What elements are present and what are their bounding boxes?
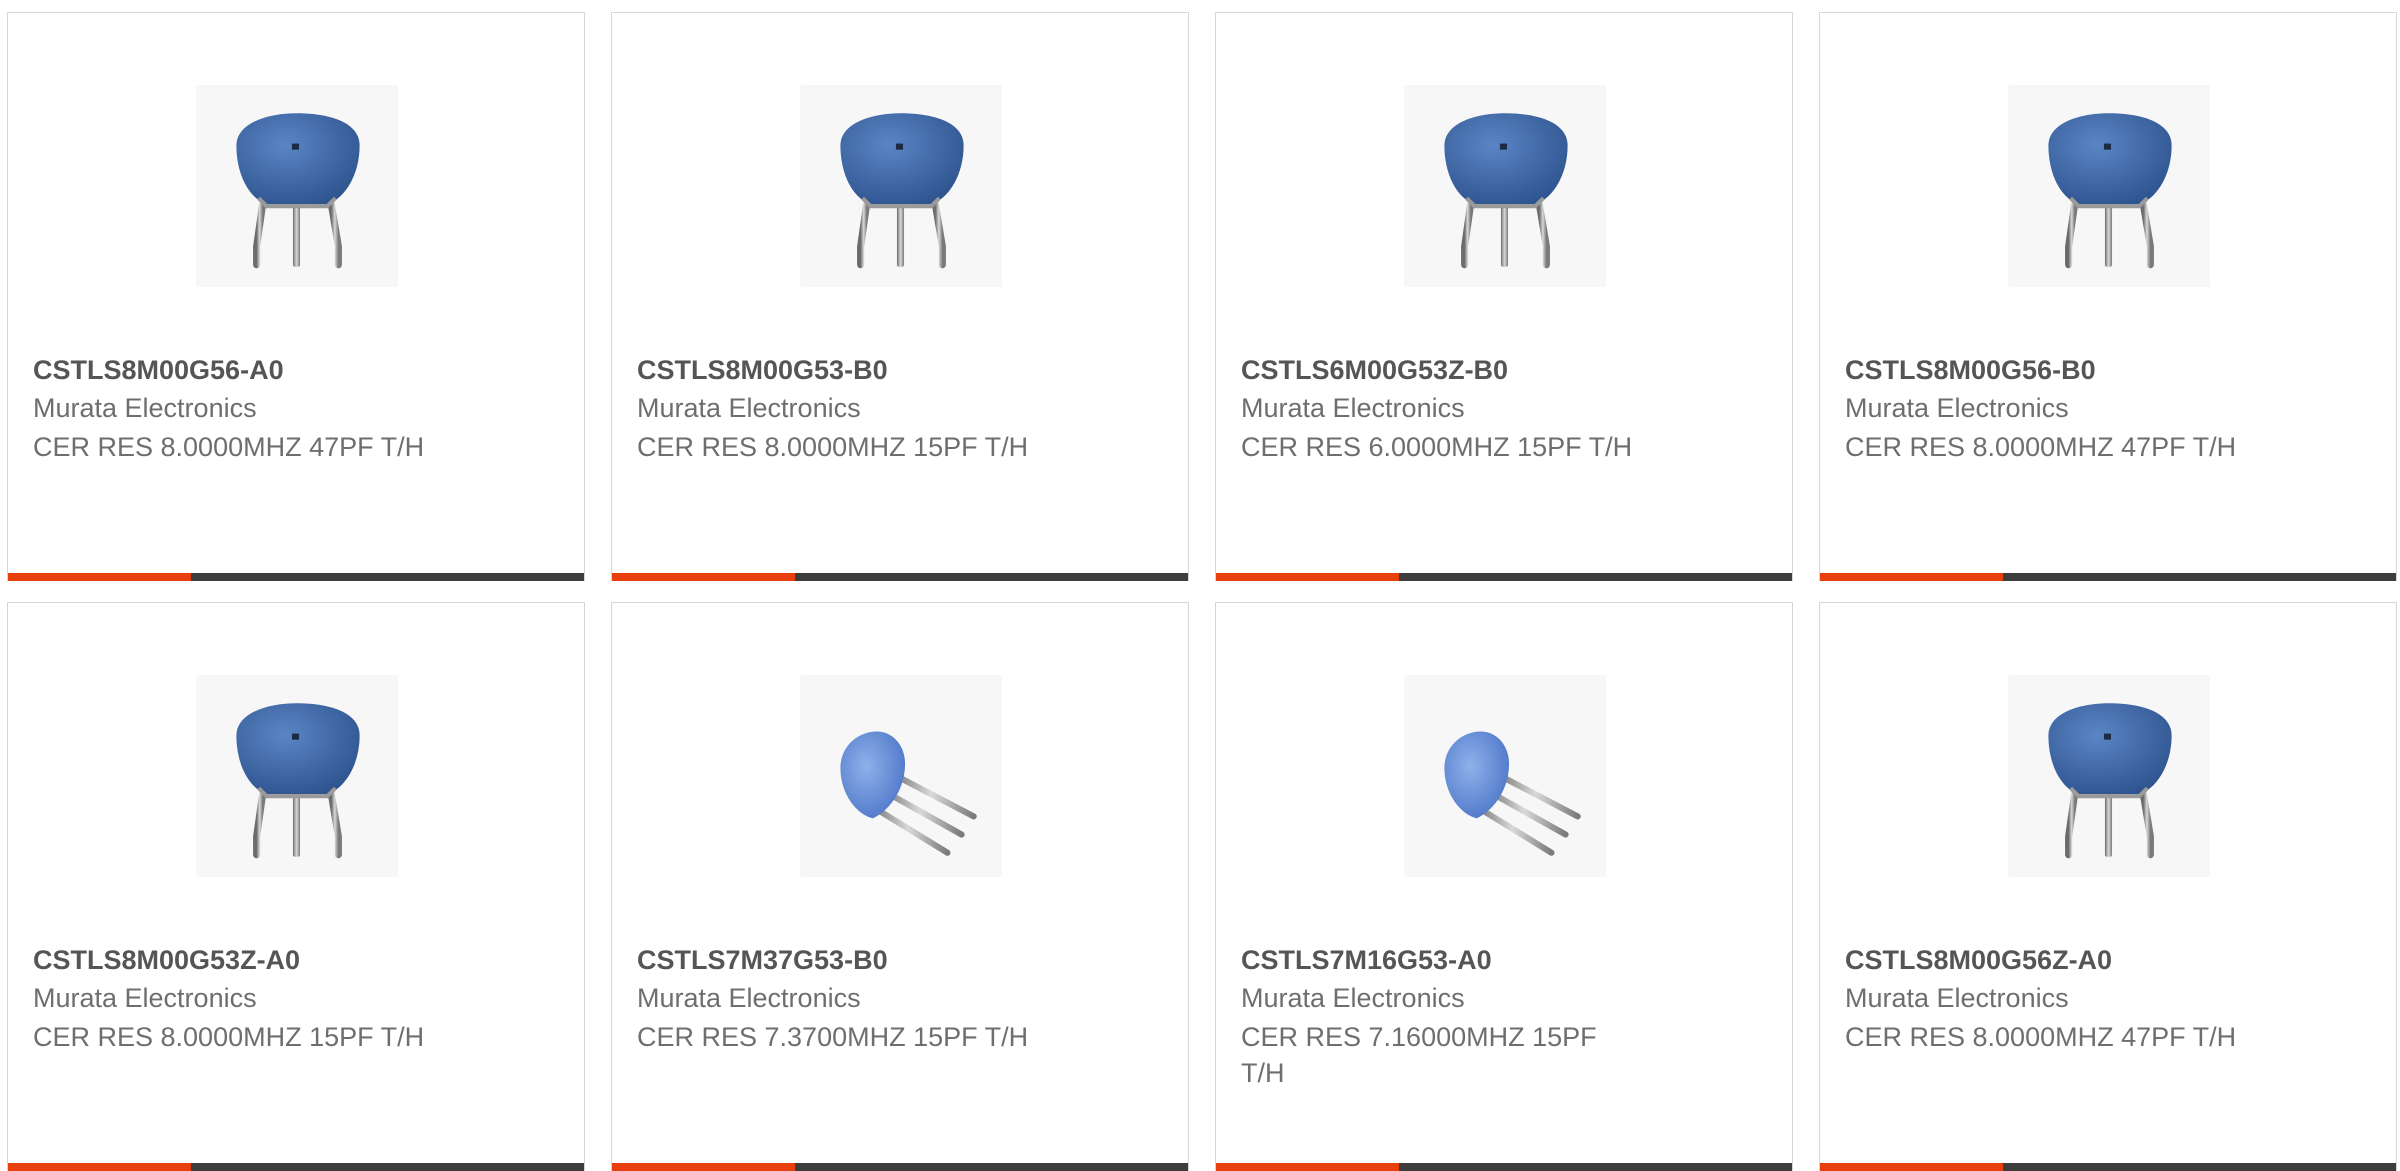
- manufacturer: Murata Electronics: [637, 393, 861, 423]
- ceramic-resonator-front-icon: [1404, 85, 1606, 287]
- description: CER RES 8.0000MHZ 47PF T/H: [1845, 432, 2237, 462]
- manufacturer: Murata Electronics: [637, 983, 861, 1013]
- description: CER RES 6.0000MHZ 15PF T/H: [1241, 432, 1633, 462]
- ceramic-resonator-front-icon: [2008, 675, 2210, 877]
- card-bottom-bar: [1820, 1163, 2396, 1171]
- part-number[interactable]: CSTLS8M00G53-B0: [637, 355, 888, 386]
- product-card[interactable]: CSTLS8M00G56-A0 Murata Electronics CER R…: [7, 12, 585, 581]
- description: CER RES 8.0000MHZ 47PF T/H: [33, 432, 425, 462]
- part-number[interactable]: CSTLS8M00G56-B0: [1845, 355, 2096, 386]
- part-number[interactable]: CSTLS8M00G56-A0: [33, 355, 284, 386]
- ceramic-resonator-angled-icon: [800, 675, 1002, 877]
- part-number[interactable]: CSTLS7M37G53-B0: [637, 945, 888, 976]
- card-bottom-bar: [612, 573, 1188, 581]
- product-card[interactable]: CSTLS7M16G53-A0 Murata Electronics CER R…: [1215, 602, 1793, 1171]
- description: CER RES 8.0000MHZ 47PF T/H: [1845, 1022, 2237, 1052]
- ceramic-resonator-front-icon: [2008, 85, 2210, 287]
- part-number[interactable]: CSTLS7M16G53-A0: [1241, 945, 1492, 976]
- part-number[interactable]: CSTLS8M00G53Z-A0: [33, 945, 300, 976]
- card-bottom-bar: [1216, 1163, 1792, 1171]
- card-bottom-bar: [8, 1163, 584, 1171]
- card-bottom-bar: [1216, 573, 1792, 581]
- ceramic-resonator-front-icon: [800, 85, 1002, 287]
- product-card[interactable]: CSTLS7M37G53-B0 Murata Electronics CER R…: [611, 602, 1189, 1171]
- part-number[interactable]: CSTLS6M00G53Z-B0: [1241, 355, 1508, 386]
- manufacturer: Murata Electronics: [1845, 393, 2069, 423]
- product-card[interactable]: CSTLS8M00G53-B0 Murata Electronics CER R…: [611, 12, 1189, 581]
- product-card[interactable]: CSTLS8M00G56Z-A0 Murata Electronics CER …: [1819, 602, 2397, 1171]
- product-card[interactable]: CSTLS6M00G53Z-B0 Murata Electronics CER …: [1215, 12, 1793, 581]
- ceramic-resonator-angled-icon: [1404, 675, 1606, 877]
- manufacturer: Murata Electronics: [1241, 393, 1465, 423]
- card-bottom-bar: [612, 1163, 1188, 1171]
- description: CER RES 7.3700MHZ 15PF T/H: [637, 1022, 1029, 1052]
- description: CER RES 8.0000MHZ 15PF T/H: [33, 1022, 425, 1052]
- manufacturer: Murata Electronics: [1845, 983, 2069, 1013]
- card-bottom-bar: [1820, 573, 2396, 581]
- product-grid: CSTLS8M00G56-A0 Murata Electronics CER R…: [0, 0, 2400, 1171]
- manufacturer: Murata Electronics: [1241, 983, 1465, 1013]
- manufacturer: Murata Electronics: [33, 983, 257, 1013]
- description: CER RES 8.0000MHZ 15PF T/H: [637, 432, 1029, 462]
- card-bottom-bar: [8, 573, 584, 581]
- manufacturer: Murata Electronics: [33, 393, 257, 423]
- ceramic-resonator-front-icon: [196, 85, 398, 287]
- part-number[interactable]: CSTLS8M00G56Z-A0: [1845, 945, 2112, 976]
- product-card[interactable]: CSTLS8M00G56-B0 Murata Electronics CER R…: [1819, 12, 2397, 581]
- ceramic-resonator-front-icon: [196, 675, 398, 877]
- product-card[interactable]: CSTLS8M00G53Z-A0 Murata Electronics CER …: [7, 602, 585, 1171]
- description: CER RES 7.16000MHZ 15PF T/H: [1241, 1022, 1597, 1088]
